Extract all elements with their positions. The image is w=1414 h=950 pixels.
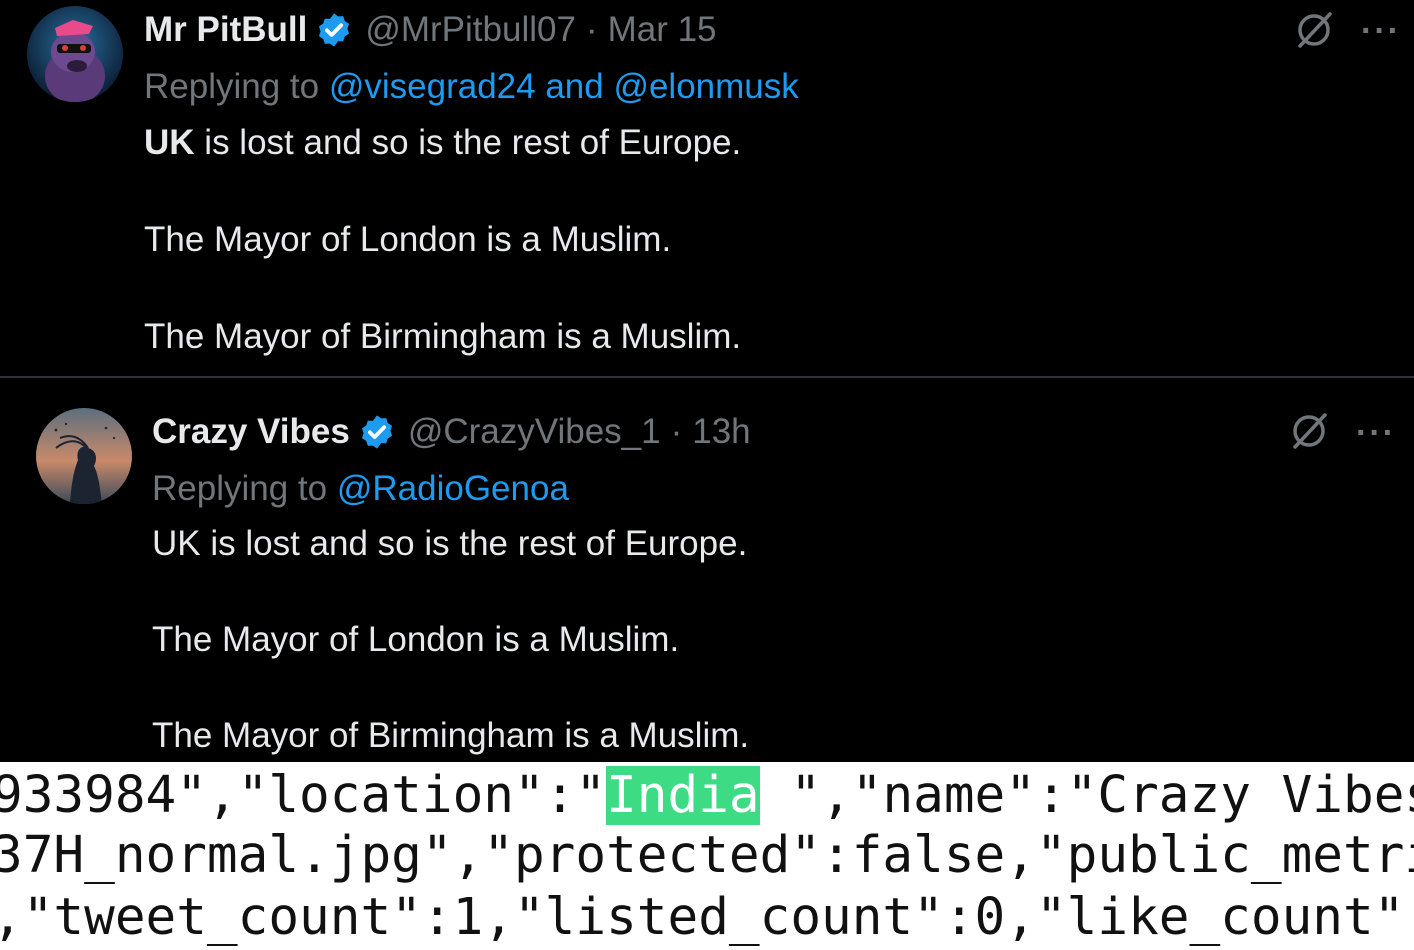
replying-prefix: Replying to <box>152 469 328 508</box>
text-rest: is lost and so is the rest of Europe. <box>194 123 742 162</box>
tweet-text-line-3: The Mayor of Birmingham is a Muslim. <box>152 716 750 755</box>
tweet-text-line-1: UK is lost and so is the rest of Europe. <box>152 524 748 563</box>
grok-icon[interactable] <box>1292 8 1336 52</box>
location-highlight: India <box>606 766 760 825</box>
tweet-text-line-2: The Mayor of London is a Muslim. <box>144 220 672 259</box>
tweet-header: Crazy Vibes @CrazyVibes_1 · 13h <box>152 412 751 452</box>
json-line-2: 37H_normal.jpg","protected":false,"publi… <box>0 826 1414 885</box>
tweet-mr-pitbull[interactable]: Mr PitBull @MrPitbull07 · Mar 15 Replyin… <box>0 0 1414 376</box>
timestamp[interactable]: Mar 15 <box>608 10 717 50</box>
grok-icon[interactable] <box>1287 409 1331 453</box>
avatar[interactable] <box>27 6 123 102</box>
json-line-1: 933984","location":"India ","name":"Craz… <box>0 766 1414 825</box>
avatar[interactable] <box>36 408 132 504</box>
replying-prefix: Replying to <box>144 67 320 106</box>
replying-to-links[interactable]: @RadioGenoa <box>337 469 569 508</box>
json-text: 933984","location":" <box>0 766 607 825</box>
json-line-3: ,"tweet_count":1,"listed_count":0,"like_… <box>0 888 1414 947</box>
handle[interactable]: @MrPitbull07 <box>365 10 576 50</box>
more-options-icon[interactable]: ··· <box>1361 14 1401 48</box>
tweet-text-line-2: The Mayor of London is a Muslim. <box>152 620 680 659</box>
replying-to: Replying to @visegrad24 and @elonmusk <box>144 67 799 107</box>
timestamp[interactable]: 13h <box>692 412 750 452</box>
separator: · <box>585 10 598 49</box>
tweet-header: Mr PitBull @MrPitbull07 · Mar 15 <box>144 10 717 50</box>
tweet-crazy-vibes[interactable]: Crazy Vibes @CrazyVibes_1 · 13h Replying… <box>0 378 1414 762</box>
display-name[interactable]: Crazy Vibes <box>152 412 350 452</box>
sunset-silhouette-avatar-icon <box>36 408 132 504</box>
pitbull-sunglasses-avatar-icon <box>27 6 123 102</box>
handle[interactable]: @CrazyVibes_1 <box>408 412 661 452</box>
json-api-snippet: 933984","location":"India ","name":"Craz… <box>0 762 1414 950</box>
json-text: ","name":"Crazy Vibes", <box>790 766 1414 825</box>
verified-badge-icon <box>358 413 396 451</box>
verified-badge-icon <box>315 11 353 49</box>
tweet-text-line-3: The Mayor of Birmingham is a Muslim. <box>144 317 742 356</box>
bold-text: UK <box>144 123 195 162</box>
tweet-text-line-1: UK is lost and so is the rest of Europe. <box>144 123 741 163</box>
replying-to-links[interactable]: @visegrad24 and @elonmusk <box>329 67 799 106</box>
more-options-icon[interactable]: ··· <box>1356 416 1396 450</box>
separator: · <box>670 412 683 451</box>
replying-to: Replying to @RadioGenoa <box>152 469 569 509</box>
display-name[interactable]: Mr PitBull <box>144 10 307 50</box>
